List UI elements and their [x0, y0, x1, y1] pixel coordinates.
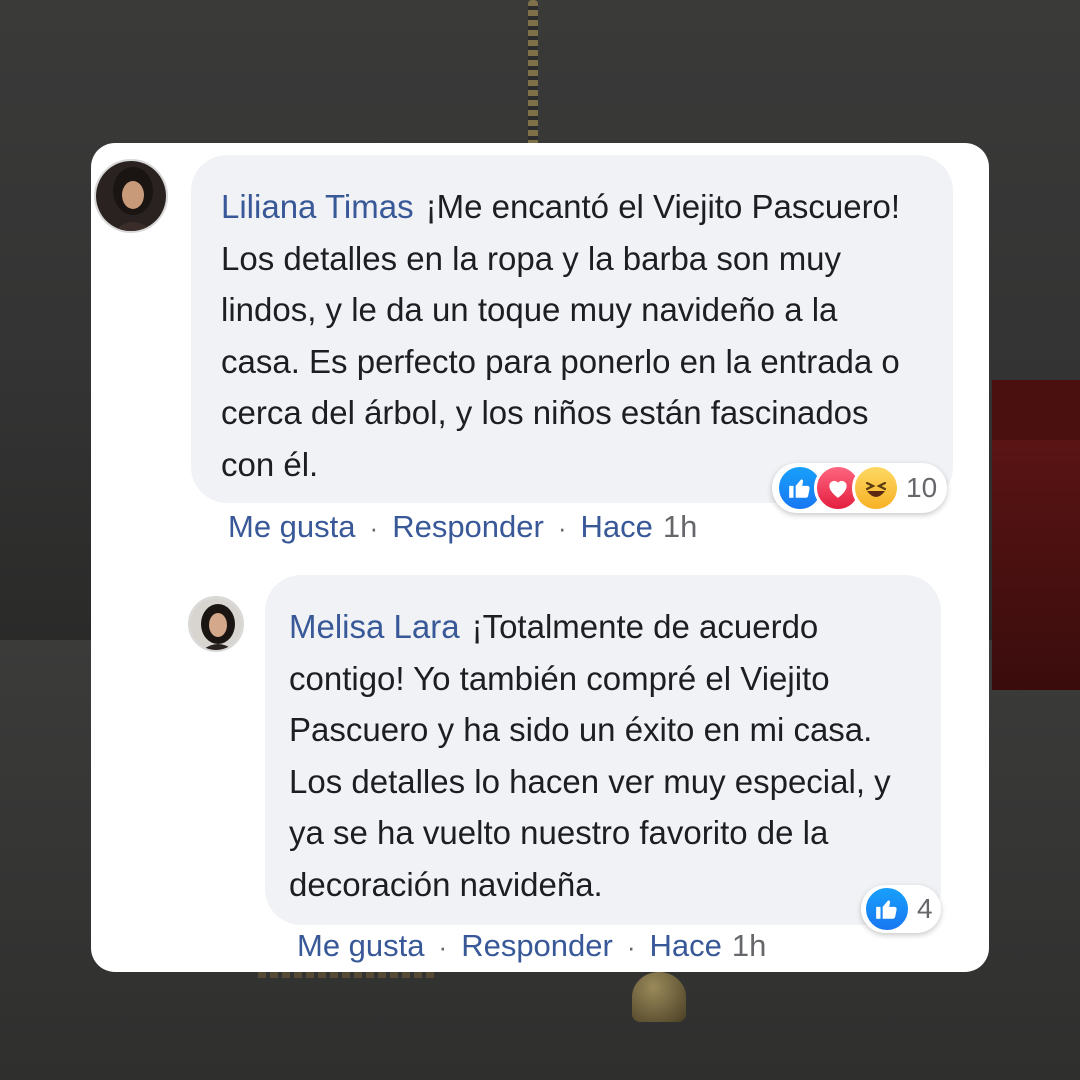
time-label[interactable]: Hace: [650, 928, 722, 963]
reply-link[interactable]: Responder: [461, 928, 613, 963]
avatar-photo-icon: [190, 598, 242, 650]
reply-link[interactable]: Responder: [392, 509, 544, 544]
comment-text: ¡Me encantó el Viejito Pascuero! Los det…: [221, 188, 901, 483]
comment-bubble: Liliana Timas ¡Me encantó el Viejito Pasc…: [191, 155, 953, 503]
background-bell: [632, 972, 686, 1022]
comment-actions: Me gusta · Responder · Hace 1h: [228, 509, 697, 545]
background-gift-box: [992, 440, 1080, 690]
like-link[interactable]: Me gusta: [228, 509, 356, 544]
comment-bubble: Melisa Lara ¡Totalmente de acuerdo contig…: [265, 575, 941, 925]
reaction-count: 4: [917, 893, 933, 924]
background-gift-box-top: [992, 380, 1080, 440]
haha-icon: [852, 464, 900, 512]
separator: ·: [557, 513, 567, 543]
avatar-photo-icon: [96, 161, 166, 231]
comment-text: ¡Totalmente de acuerdo contigo! Yo tambi…: [289, 608, 891, 903]
separator: ·: [626, 932, 636, 962]
avatar[interactable]: [188, 596, 244, 652]
comments-card: Liliana Timas ¡Me encantó el Viejito Pasc…: [91, 143, 989, 972]
comment-author[interactable]: Liliana Timas: [221, 188, 414, 225]
background-chain: [528, 0, 538, 150]
separator: ·: [438, 932, 448, 962]
reactions-summary[interactable]: 10: [772, 463, 948, 513]
timestamp[interactable]: 1h: [663, 509, 697, 544]
comment-author[interactable]: Melisa Lara: [289, 608, 460, 645]
reaction-count: 10: [906, 472, 938, 503]
comment-actions: Me gusta · Responder · Hace 1h: [297, 928, 766, 964]
timestamp[interactable]: 1h: [732, 928, 766, 963]
like-icon: [863, 885, 911, 933]
like-link[interactable]: Me gusta: [297, 928, 425, 963]
avatar[interactable]: [94, 159, 168, 233]
separator: ·: [369, 513, 379, 543]
time-label[interactable]: Hace: [581, 509, 653, 544]
reactions-summary[interactable]: 4: [861, 885, 941, 933]
